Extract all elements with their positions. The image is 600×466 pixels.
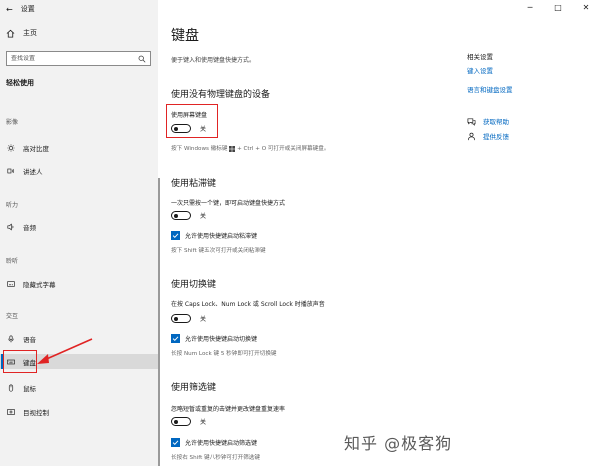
sidebar-item-narrator[interactable]: 讲述人 — [0, 163, 158, 178]
sidebar-item-mouse[interactable]: 鼠标 — [0, 380, 158, 395]
toggle-keys-toggle-row: 关 — [171, 314, 206, 323]
checkbox-label: 允许使用快捷键启动筛选键 — [185, 440, 258, 447]
mouse-icon — [8, 383, 14, 392]
feedback-icon — [467, 132, 476, 140]
watermark: 知乎 @极客狗 — [344, 434, 453, 453]
toggle-keys-toggle[interactable] — [171, 314, 191, 323]
toggle-keys-label: 在按 Caps Lock、Num Lock 或 Scroll Lock 时播放声… — [171, 301, 325, 308]
sidebar-item-label: 鼠标 — [23, 384, 36, 393]
nav-group-interaction-top: 聆听 — [6, 258, 19, 265]
home-icon — [6, 29, 15, 38]
sticky-keys-hint: 按下 Shift 键五次可打开或关闭粘滞键 — [171, 248, 266, 254]
audio-icon — [7, 223, 14, 230]
nav-home-label: 主页 — [23, 29, 37, 37]
narrator-icon — [7, 168, 15, 173]
section-title-onscreen: 使用没有物理键盘的设备 — [171, 90, 271, 100]
checkbox-checked[interactable] — [171, 438, 180, 447]
help-chat-icon — [467, 117, 476, 126]
check-icon — [172, 336, 179, 341]
caption-icon — [7, 280, 15, 287]
typing-settings-link[interactable]: 键入设置 — [467, 65, 493, 75]
sidebar-item-label: 讲述人 — [23, 167, 43, 176]
maximize-icon[interactable]: □ — [544, 0, 572, 14]
annotation-box-onscreen — [166, 104, 218, 138]
page-title: 键盘 — [171, 28, 199, 44]
toggle-keys-hint: 长按 Num Lock 键 5 秒钟即可打开切换键 — [171, 351, 277, 357]
feedback-link[interactable]: 提供反馈 — [467, 131, 509, 141]
filter-keys-toggle-row: 关 — [171, 417, 206, 426]
page-description: 便于键入和使用键盘快捷方式。 — [171, 57, 256, 64]
nav-group-hearing: 听力 — [6, 202, 19, 209]
contrast-icon — [7, 143, 15, 152]
sticky-keys-toggle[interactable] — [171, 211, 191, 220]
checkbox-label: 允许使用快捷键启动切换键 — [185, 336, 258, 343]
section-title-sticky: 使用粘滞键 — [171, 179, 217, 189]
sidebar-item-label: 高对比度 — [23, 144, 49, 153]
nav-pane: ← 设置 主页 轻松使用 影像 高对比度 讲述人 听力 音频 聆听 隐藏式字幕 … — [0, 0, 158, 466]
checkbox-label: 允许使用快捷键启动粘滞键 — [185, 233, 258, 240]
sidebar-item-label: 隐藏式字幕 — [23, 280, 56, 289]
hint-text-start: 按下 Windows 徽标键 — [171, 146, 228, 152]
toggle-state: 关 — [200, 316, 207, 323]
windows-logo-icon — [229, 145, 236, 152]
sidebar-item-eye-control[interactable]: 目视控制 — [0, 404, 158, 419]
filter-keys-shortcut-checkbox[interactable]: 允许使用快捷键启动筛选键 — [171, 438, 257, 447]
hint-text-end: + Ctrl + O 可打开或关闭屏幕键盘。 — [237, 146, 330, 152]
sidebar-item-label: 目视控制 — [23, 408, 49, 417]
window-controls: ─ □ ✕ — [516, 0, 600, 14]
nav-group-vision: 影像 — [6, 119, 19, 126]
sidebar-item-audio[interactable]: 音频 — [0, 219, 158, 234]
sidebar-item-label: 音频 — [23, 223, 36, 232]
annotation-box-keyboard — [3, 350, 37, 373]
search-input[interactable] — [11, 55, 138, 62]
sticky-keys-label: 一次只需按一个键，即可启动键盘快捷方式 — [171, 200, 286, 207]
main-pane: ─ □ ✕ 键盘 便于键入和使用键盘快捷方式。 使用没有物理键盘的设备 使用屏幕… — [158, 0, 600, 466]
search-box[interactable] — [6, 51, 151, 66]
sidebar-item-captions[interactable]: 隐藏式字幕 — [0, 276, 158, 291]
section-title-toggle-keys: 使用切换键 — [171, 280, 217, 290]
minimize-icon[interactable]: ─ — [516, 0, 544, 14]
sidebar-item-contrast[interactable]: 高对比度 — [0, 140, 158, 155]
nav-heading: 轻松使用 — [6, 79, 34, 87]
related-settings-title: 相关设置 — [467, 53, 493, 61]
sticky-keys-shortcut-checkbox[interactable]: 允许使用快捷键启动粘滞键 — [171, 231, 257, 240]
checkbox-checked[interactable] — [171, 231, 180, 240]
checkbox-checked[interactable] — [171, 334, 180, 343]
get-help-label: 获取帮助 — [483, 118, 509, 126]
section-title-filter-keys: 使用筛选键 — [171, 383, 217, 393]
search-icon[interactable] — [138, 55, 146, 63]
scrollbar[interactable] — [158, 178, 160, 466]
microphone-icon — [8, 334, 14, 342]
onscreen-keyboard-hint: 按下 Windows 徽标键 + Ctrl + O 可打开或关闭屏幕键盘。 — [171, 144, 329, 152]
window-title-bar: ← 设置 — [6, 3, 35, 15]
get-help-link[interactable]: 获取帮助 — [467, 116, 509, 126]
annotation-arrow — [37, 338, 93, 364]
nav-group-interaction: 交互 — [6, 313, 19, 320]
filter-keys-toggle[interactable] — [171, 417, 191, 426]
nav-home[interactable]: 主页 — [6, 28, 37, 38]
check-icon — [172, 233, 179, 238]
filter-keys-label: 忽略短暂或重复的击键并更改键盘重复速率 — [171, 406, 286, 413]
filter-keys-hint: 长按右 Shift 键八秒钟可打开筛选键 — [171, 455, 260, 461]
close-icon[interactable]: ✕ — [572, 0, 600, 14]
sticky-keys-toggle-row: 关 — [171, 211, 206, 220]
language-keyboard-settings-link[interactable]: 语言和键盘设置 — [467, 84, 513, 94]
back-arrow-icon[interactable]: ← — [6, 5, 13, 14]
toggle-state: 关 — [200, 419, 207, 426]
feedback-label: 提供反馈 — [483, 133, 509, 141]
check-icon — [172, 440, 179, 445]
window-title: 设置 — [20, 5, 35, 13]
toggle-keys-shortcut-checkbox[interactable]: 允许使用快捷键启动切换键 — [171, 334, 257, 343]
toggle-state: 关 — [200, 213, 207, 220]
eye-control-icon — [7, 408, 15, 415]
